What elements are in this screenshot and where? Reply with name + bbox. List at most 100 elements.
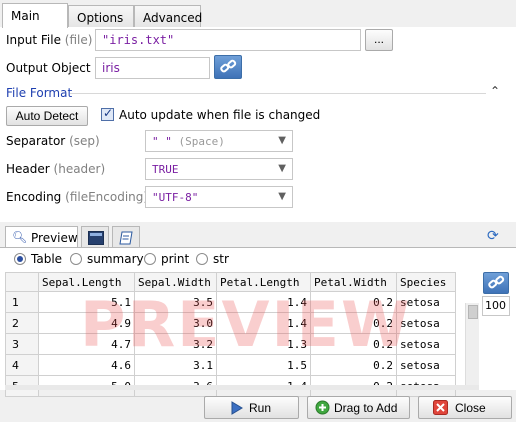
tab-script[interactable] bbox=[112, 226, 140, 248]
tab-main-label: Main bbox=[11, 9, 40, 23]
radio-print-label: print bbox=[161, 252, 190, 266]
separator-value: " " bbox=[152, 135, 172, 148]
table-cell: 4.7 bbox=[38, 333, 135, 355]
tab-console[interactable] bbox=[81, 226, 109, 248]
header-label-text: Header bbox=[6, 162, 50, 176]
link-button[interactable] bbox=[214, 55, 242, 79]
radio-summary-label: summary bbox=[87, 252, 144, 266]
run-button[interactable]: Run bbox=[204, 396, 299, 419]
collapse-icon[interactable]: ⌃ bbox=[490, 84, 500, 98]
drag-to-add-button[interactable]: Drag to Add bbox=[307, 396, 410, 419]
auto-detect-button[interactable]: Auto Detect bbox=[6, 106, 88, 126]
input-file-field[interactable]: "iris.txt" bbox=[95, 29, 361, 51]
header-label: Header (header) bbox=[6, 162, 105, 176]
input-file-label-text: Input File bbox=[6, 33, 61, 47]
radio-table[interactable] bbox=[14, 253, 26, 265]
magnifier-icon: 🔍︎ bbox=[12, 230, 28, 244]
output-object-field[interactable]: iris bbox=[95, 57, 210, 79]
row-limit-link-button[interactable] bbox=[483, 272, 509, 294]
encoding-label: Encoding (fileEncoding) bbox=[6, 190, 148, 204]
table-cell: setosa bbox=[396, 291, 456, 313]
close-button[interactable]: Close bbox=[418, 396, 512, 419]
tab-main[interactable]: Main bbox=[2, 3, 68, 28]
tab-options-label: Options bbox=[77, 11, 124, 25]
row-limit-field[interactable]: 100 bbox=[482, 296, 510, 316]
chevron-down-icon: ▼ bbox=[278, 135, 286, 146]
table-cell: 0.2 bbox=[310, 312, 397, 334]
column-header[interactable]: Petal.Width bbox=[310, 272, 397, 292]
input-file-hint: (file) bbox=[64, 33, 93, 47]
table-cell: 1.5 bbox=[216, 354, 311, 376]
table-cell: 1.3 bbox=[216, 333, 311, 355]
header-hint: (header) bbox=[53, 162, 106, 176]
table-cell: 4.9 bbox=[38, 312, 135, 334]
table-cell: 1.4 bbox=[216, 291, 311, 313]
add-icon bbox=[315, 400, 330, 415]
auto-update-label: Auto update when file is changed bbox=[119, 108, 321, 122]
tab-preview-label: Preview bbox=[31, 231, 78, 245]
scrollbar-thumb[interactable] bbox=[468, 305, 478, 319]
column-header[interactable]: Petal.Length bbox=[216, 272, 311, 292]
table-cell: 0.2 bbox=[310, 354, 397, 376]
column-header[interactable]: Sepal.Width bbox=[134, 272, 217, 292]
column-header[interactable]: Species bbox=[396, 272, 456, 292]
close-button-label: Close bbox=[455, 401, 486, 415]
close-icon bbox=[433, 400, 448, 415]
separator-select[interactable]: " " (Space) ▼ bbox=[145, 130, 293, 152]
row-number: 1 bbox=[5, 291, 39, 313]
refresh-icon[interactable]: ⟳ bbox=[487, 228, 499, 244]
link-icon bbox=[220, 59, 237, 73]
table-header-row: Sepal.Length Sepal.Width Petal.Length Pe… bbox=[5, 272, 456, 292]
table-cell: 5.1 bbox=[38, 291, 135, 313]
table-row[interactable]: 2 4.9 3.0 1.4 0.2 setosa bbox=[5, 312, 456, 334]
separator-suffix: (Space) bbox=[178, 135, 225, 148]
table-cell: 4.6 bbox=[38, 354, 135, 376]
chevron-down-icon: ▼ bbox=[278, 191, 286, 202]
table-cell: 3.0 bbox=[134, 312, 217, 334]
separator-hint: (sep) bbox=[69, 134, 100, 148]
encoding-select[interactable]: "UTF-8" ▼ bbox=[145, 186, 293, 208]
radio-str-label: str bbox=[213, 252, 229, 266]
column-header[interactable] bbox=[5, 272, 39, 292]
encoding-value: "UTF-8" bbox=[152, 191, 199, 204]
preview-tabbar: 🔍︎ Preview ⟳ bbox=[0, 226, 516, 248]
preview-table: Sepal.Length Sepal.Width Petal.Length Pe… bbox=[5, 272, 456, 397]
vertical-scrollbar[interactable] bbox=[465, 303, 479, 385]
horizontal-scrollbar[interactable] bbox=[5, 385, 479, 390]
row-number: 3 bbox=[5, 333, 39, 355]
input-file-label: Input File (file) bbox=[6, 33, 92, 47]
tab-advanced[interactable]: Advanced bbox=[134, 5, 202, 28]
main-tabbar: Main Options Advanced bbox=[0, 3, 516, 31]
table-cell: 3.5 bbox=[134, 291, 217, 313]
column-header[interactable]: Sepal.Length bbox=[38, 272, 135, 292]
table-row[interactable]: 3 4.7 3.2 1.3 0.2 setosa bbox=[5, 333, 456, 355]
run-button-label: Run bbox=[249, 401, 272, 415]
table-cell: setosa bbox=[396, 312, 456, 334]
encoding-hint: (fileEncoding) bbox=[65, 190, 149, 204]
radio-print[interactable] bbox=[144, 253, 156, 265]
table-row[interactable]: 1 5.1 3.5 1.4 0.2 setosa bbox=[5, 291, 456, 313]
encoding-label-text: Encoding bbox=[6, 190, 62, 204]
header-select[interactable]: TRUE ▼ bbox=[145, 158, 293, 180]
auto-update-checkbox[interactable] bbox=[101, 106, 114, 121]
tab-options[interactable]: Options bbox=[68, 5, 134, 28]
table-cell: 3.2 bbox=[134, 333, 217, 355]
radio-table-label: Table bbox=[31, 252, 63, 266]
chevron-down-icon: ▼ bbox=[278, 163, 286, 174]
tab-preview[interactable]: 🔍︎ Preview bbox=[5, 226, 78, 248]
radio-summary[interactable] bbox=[70, 253, 82, 265]
table-cell: 0.2 bbox=[310, 333, 397, 355]
row-number: 4 bbox=[5, 354, 39, 376]
table-cell: setosa bbox=[396, 333, 456, 355]
file-format-title: File Format bbox=[6, 86, 73, 100]
table-row[interactable]: 4 4.6 3.1 1.5 0.2 setosa bbox=[5, 354, 456, 376]
link-icon bbox=[488, 275, 505, 289]
separator-label-text: Separator bbox=[6, 134, 66, 148]
browse-button[interactable]: ... bbox=[365, 29, 393, 51]
table-cell: 3.1 bbox=[134, 354, 217, 376]
header-value: TRUE bbox=[152, 163, 179, 176]
table-cell: 0.2 bbox=[310, 291, 397, 313]
table-cell: setosa bbox=[396, 354, 456, 376]
separator-label: Separator (sep) bbox=[6, 134, 100, 148]
radio-str[interactable] bbox=[196, 253, 208, 265]
